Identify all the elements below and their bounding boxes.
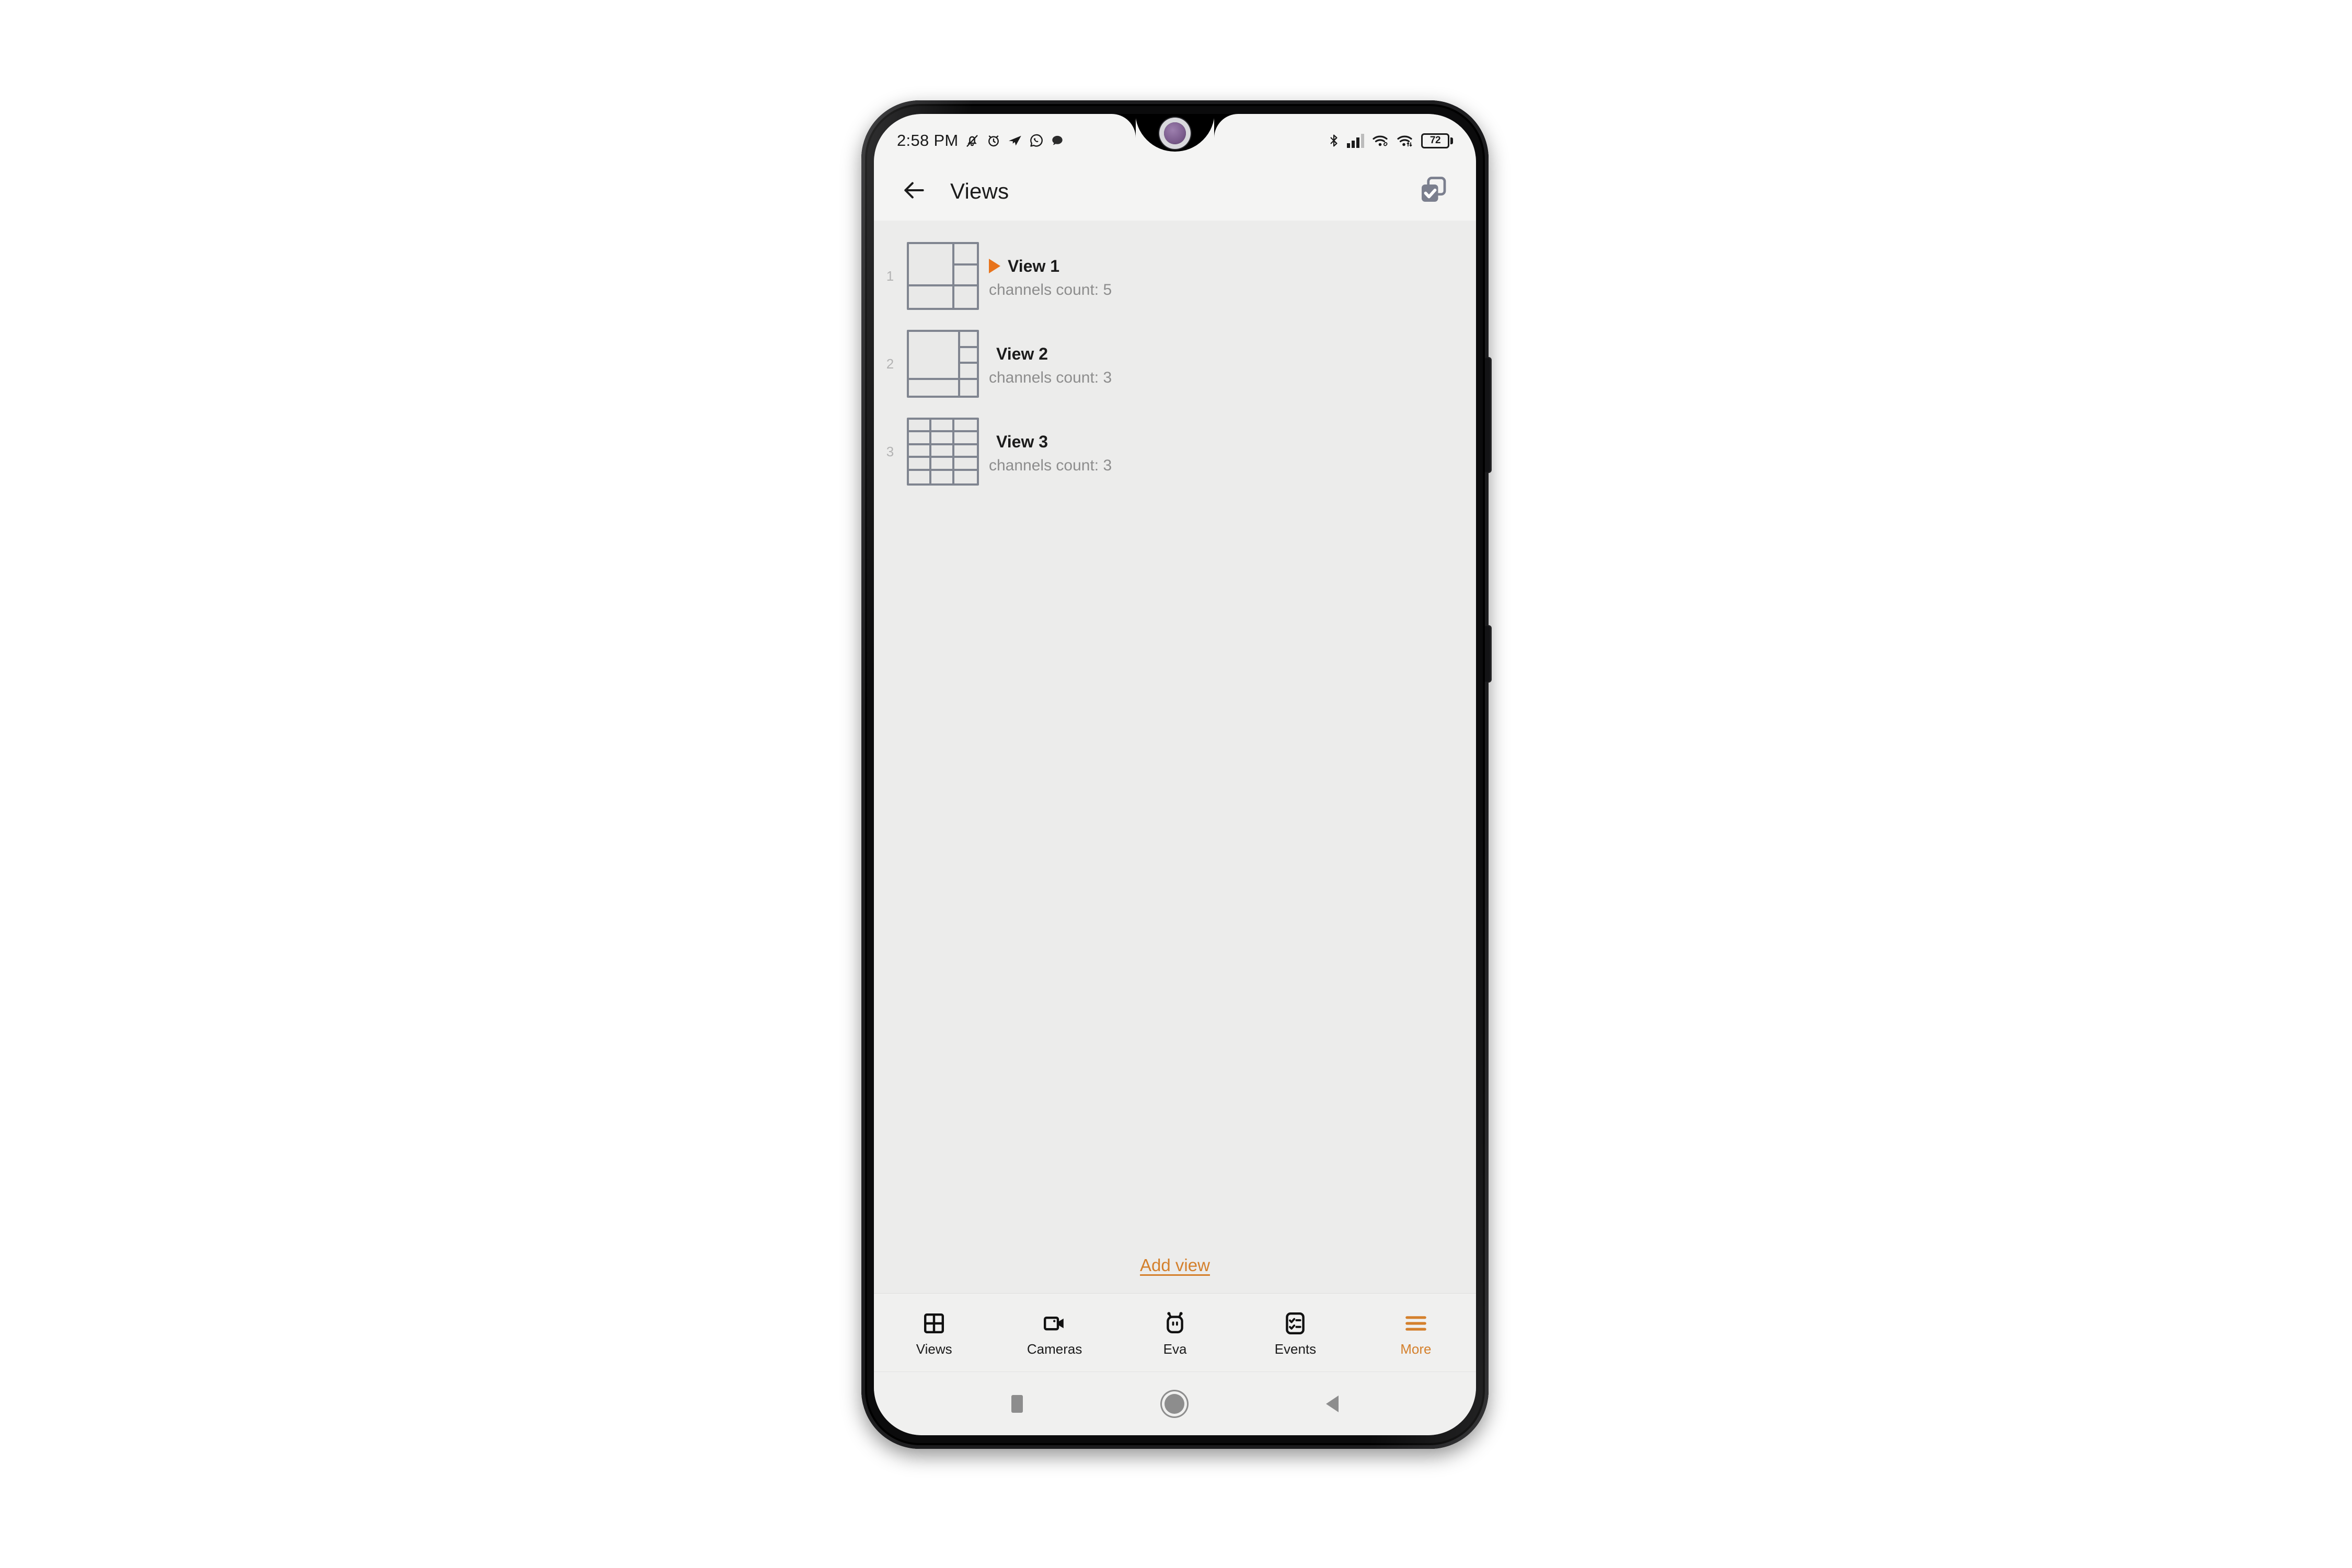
layout-thumbnail — [906, 239, 979, 313]
telegram-icon — [1007, 133, 1023, 148]
bell-mute-icon — [964, 133, 980, 148]
status-bar: 2:58 PM 72 — [874, 114, 1476, 162]
app-bar: Views — [874, 162, 1476, 221]
bluetooth-icon — [1327, 133, 1341, 148]
layout-preview-grid — [907, 418, 979, 486]
multi-select-button[interactable] — [1411, 169, 1455, 213]
nav-item-events[interactable]: Events — [1235, 1294, 1355, 1371]
multi-select-check-icon — [1417, 175, 1449, 209]
checklist-icon — [1283, 1308, 1308, 1336]
volume-button[interactable] — [1485, 357, 1492, 473]
whatsapp-icon — [1029, 133, 1044, 148]
video-camera-icon — [1042, 1308, 1067, 1336]
list-item[interactable]: 1 View 1 channels count: 5 — [874, 232, 1476, 320]
row-index: 1 — [886, 268, 894, 284]
views-content: 1 View 1 channels count: 5 2 View 2 chan… — [874, 221, 1476, 1293]
layout-preview-grid — [907, 330, 979, 398]
nav-label: Views — [916, 1341, 952, 1357]
nav-item-cameras[interactable]: Cameras — [994, 1294, 1114, 1371]
view-title: View 2 — [996, 344, 1048, 363]
back-triangle-icon[interactable] — [1325, 1395, 1339, 1412]
grid-view-icon — [921, 1308, 947, 1336]
bottom-navigation: Views Cameras Eva Events More — [874, 1293, 1476, 1371]
android-navigation-bar — [874, 1371, 1476, 1435]
nav-item-more[interactable]: More — [1356, 1294, 1476, 1371]
robot-head-icon — [1162, 1308, 1187, 1336]
home-circle-icon[interactable] — [1164, 1393, 1184, 1414]
add-view-link[interactable]: Add view — [1140, 1255, 1210, 1275]
layout-thumbnail — [906, 415, 979, 488]
nav-label: More — [1400, 1341, 1432, 1357]
phone-screen: 2:58 PM 72 Views 1 View 1 channels count… — [874, 114, 1476, 1435]
page-title: Views — [950, 179, 1009, 203]
views-list: 1 View 1 channels count: 5 2 View 2 chan… — [874, 221, 1476, 495]
status-clock: 2:58 PM — [897, 131, 959, 149]
view-subtitle: channels count: 5 — [989, 281, 1112, 298]
layout-thumbnail — [906, 327, 979, 400]
battery-level-label: 72 — [1429, 135, 1441, 146]
recents-square-icon[interactable] — [1011, 1394, 1023, 1413]
screenshot-canvas: 2:58 PM 72 Views 1 View 1 channels count… — [0, 0, 2352, 1568]
layout-preview-grid — [907, 242, 979, 310]
nav-item-eva[interactable]: Eva — [1115, 1294, 1235, 1371]
view-title: View 1 — [1008, 256, 1060, 275]
hamburger-menu-icon — [1403, 1308, 1428, 1336]
back-button[interactable] — [895, 172, 933, 211]
view-subtitle: channels count: 3 — [989, 369, 1112, 386]
arrow-left-icon — [901, 177, 927, 206]
nav-label: Events — [1274, 1341, 1317, 1357]
alarm-clock-icon — [986, 133, 1001, 148]
wifi-link-icon — [1372, 133, 1391, 148]
nav-label: Eva — [1163, 1341, 1187, 1357]
row-index: 3 — [886, 443, 894, 459]
nav-label: Cameras — [1027, 1341, 1082, 1357]
nav-item-views[interactable]: Views — [874, 1294, 994, 1371]
battery-icon: 72 — [1421, 133, 1453, 148]
signal-bars-icon — [1346, 133, 1366, 148]
power-button[interactable] — [1485, 625, 1492, 683]
list-item[interactable]: 3 View 3 channels count: 3 — [874, 408, 1476, 495]
chat-bubble-icon — [1050, 133, 1065, 148]
row-index: 2 — [886, 355, 894, 372]
playing-indicator-icon — [989, 259, 1000, 273]
view-subtitle: channels count: 3 — [989, 457, 1112, 474]
add-view-area: Add view — [874, 1255, 1476, 1293]
wifi-data-icon — [1397, 133, 1415, 148]
list-item[interactable]: 2 View 2 channels count: 3 — [874, 320, 1476, 408]
view-title: View 3 — [996, 432, 1048, 451]
